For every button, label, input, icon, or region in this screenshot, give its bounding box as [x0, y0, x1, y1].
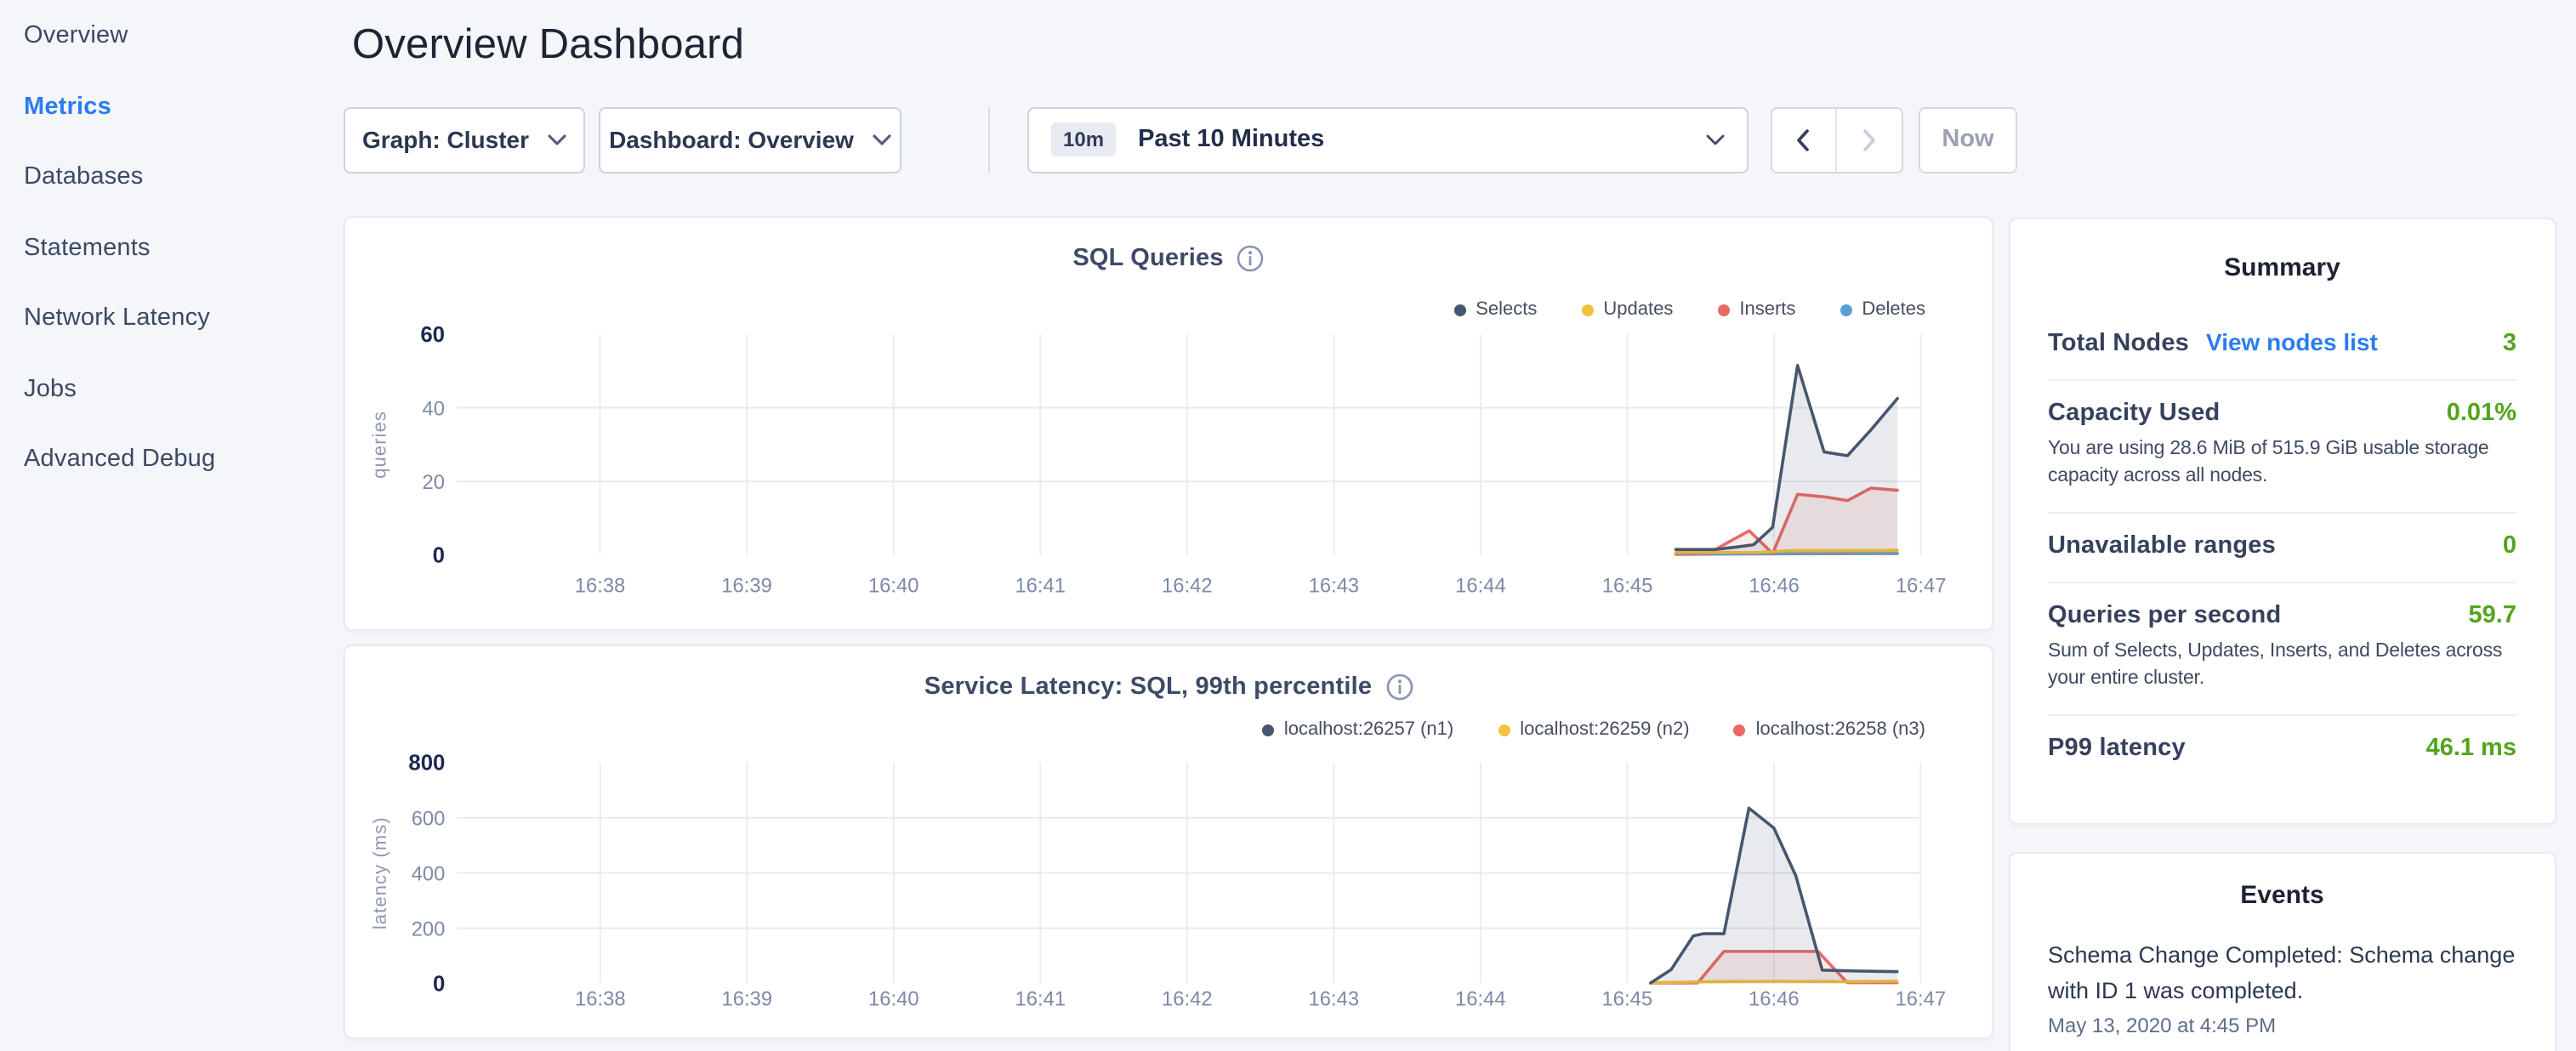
now-button[interactable]: Now: [1919, 106, 2017, 173]
chevron-down-icon: [548, 134, 566, 145]
svg-text:16:43: 16:43: [1309, 574, 1360, 597]
sidebar-item-metrics[interactable]: Metrics: [24, 91, 330, 122]
summary-label: Total Nodes: [2048, 330, 2189, 357]
summary-label: Capacity Used: [2048, 400, 2220, 427]
svg-text:20: 20: [423, 471, 445, 494]
sql-queries-chart-panel: SQL Queries SelectsUpdatesInsertsDeletes…: [344, 216, 1993, 631]
time-next-button[interactable]: [1836, 108, 1901, 171]
svg-text:16:45: 16:45: [1602, 987, 1653, 1010]
summary-row-capacity-used: Capacity Used 0.01% You are using 28.6 M…: [2048, 379, 2516, 512]
svg-text:16:40: 16:40: [868, 987, 919, 1010]
time-range-selector[interactable]: 10m Past 10 Minutes: [1027, 106, 1749, 173]
svg-text:16:44: 16:44: [1455, 574, 1506, 597]
chart-canvas[interactable]: 16:38 16:39 16:40 16:41 16:42 16:43 16:44 16:45…: [345, 646, 1992, 1037]
summary-row-p99-latency: P99 latency 46.1 ms: [2048, 714, 2516, 784]
svg-text:16:43: 16:43: [1309, 987, 1360, 1010]
summary-label: P99 latency: [2048, 735, 2186, 762]
svg-text:200: 200: [412, 918, 446, 941]
summary-description: You are using 28.6 MiB of 515.9 GiB usab…: [2048, 437, 2516, 490]
summary-value: 3: [2503, 330, 2516, 357]
summary-heading: Summary: [2048, 253, 2516, 282]
page-title: Overview Dashboard: [352, 22, 744, 70]
summary-row-total-nodes: Total Nodes View nodes list 3: [2048, 310, 2516, 379]
sidebar: Overview Metrics Databases Statements Ne…: [24, 20, 330, 514]
svg-text:16:40: 16:40: [868, 574, 919, 597]
summary-description: Sum of Selects, Updates, Inserts, and De…: [2048, 639, 2516, 692]
svg-text:0: 0: [433, 544, 445, 568]
service-latency-chart-panel: Service Latency: SQL, 99th percentile lo…: [344, 645, 1993, 1039]
svg-text:16:47: 16:47: [1896, 574, 1947, 597]
graph-dropdown-label: Graph: Cluster: [362, 126, 529, 153]
svg-text:400: 400: [412, 863, 446, 886]
chevron-down-icon: [873, 134, 891, 145]
summary-panel: Summary Total Nodes View nodes list 3 Ca…: [2009, 218, 2556, 825]
sidebar-item-overview[interactable]: Overview: [24, 20, 330, 51]
chevron-down-icon: [1706, 134, 1725, 145]
sidebar-item-advanced-debug[interactable]: Advanced Debug: [24, 444, 330, 474]
view-nodes-list-link[interactable]: View nodes list: [2206, 328, 2378, 355]
sidebar-item-jobs[interactable]: Jobs: [24, 373, 330, 404]
sidebar-item-network-latency[interactable]: Network Latency: [24, 303, 330, 333]
svg-text:16:46: 16:46: [1749, 574, 1800, 597]
events-panel: Events Schema Change Completed: Schema c…: [2009, 852, 2556, 1051]
svg-text:16:41: 16:41: [1015, 987, 1066, 1010]
chevron-left-icon: [1796, 128, 1810, 151]
svg-text:16:44: 16:44: [1455, 987, 1506, 1010]
graph-dropdown[interactable]: Graph: Cluster: [344, 106, 585, 173]
svg-text:16:47: 16:47: [1896, 987, 1947, 1010]
event-text: Schema Change Completed: Schema change w…: [2048, 937, 2516, 1008]
summary-value: 59.7: [2469, 602, 2516, 629]
event-timestamp: May 13, 2020 at 4:45 PM: [2048, 1014, 2516, 1037]
admin-ui-root: Overview Metrics Databases Statements Ne…: [0, 0, 2576, 1051]
svg-text:16:41: 16:41: [1015, 574, 1066, 597]
svg-text:queries: queries: [369, 411, 390, 479]
svg-text:16:42: 16:42: [1162, 574, 1213, 597]
svg-text:16:45: 16:45: [1602, 574, 1653, 597]
time-prev-button[interactable]: [1771, 108, 1836, 171]
dashboard-dropdown[interactable]: Dashboard: Overview: [599, 106, 901, 173]
svg-text:16:38: 16:38: [575, 987, 626, 1010]
summary-row-queries-per-second: Queries per second 59.7 Sum of Selects, …: [2048, 582, 2516, 714]
chart-canvas[interactable]: 16:38 16:39 16:40 16:41 16:42 16:43 16:44 16:45…: [345, 218, 1992, 629]
svg-text:0: 0: [433, 972, 445, 996]
time-range-badge: 10m: [1051, 122, 1116, 156]
event-item[interactable]: Schema Change Completed: Schema change w…: [2048, 937, 2516, 1037]
summary-value: 46.1 ms: [2426, 735, 2516, 762]
summary-value: 0: [2503, 532, 2516, 560]
svg-text:600: 600: [412, 808, 446, 831]
svg-text:40: 40: [423, 397, 445, 420]
summary-label: Queries per second: [2048, 602, 2281, 629]
svg-text:16:42: 16:42: [1162, 987, 1213, 1010]
svg-text:800: 800: [408, 752, 445, 775]
time-range-label: Past 10 Minutes: [1138, 126, 1324, 153]
toolbar: Graph: Cluster Dashboard: Overview 10m P…: [344, 106, 2017, 173]
toolbar-divider: [988, 106, 990, 173]
chevron-right-icon: [1862, 128, 1875, 151]
svg-text:16:38: 16:38: [575, 574, 626, 597]
svg-text:16:39: 16:39: [722, 987, 773, 1010]
events-heading: Events: [2048, 881, 2516, 910]
sidebar-item-databases[interactable]: Databases: [24, 162, 330, 192]
svg-text:16:46: 16:46: [1749, 987, 1800, 1010]
svg-text:60: 60: [420, 323, 445, 347]
svg-text:16:39: 16:39: [721, 574, 772, 597]
summary-value: 0.01%: [2447, 400, 2516, 427]
dashboard-dropdown-label: Dashboard: Overview: [609, 126, 854, 153]
summary-label: Unavailable ranges: [2048, 532, 2276, 560]
sidebar-item-statements[interactable]: Statements: [24, 232, 330, 263]
svg-text:latency (ms): latency (ms): [369, 816, 390, 929]
time-step-buttons: [1770, 106, 1902, 173]
summary-row-unavailable-ranges: Unavailable ranges 0: [2048, 512, 2516, 582]
